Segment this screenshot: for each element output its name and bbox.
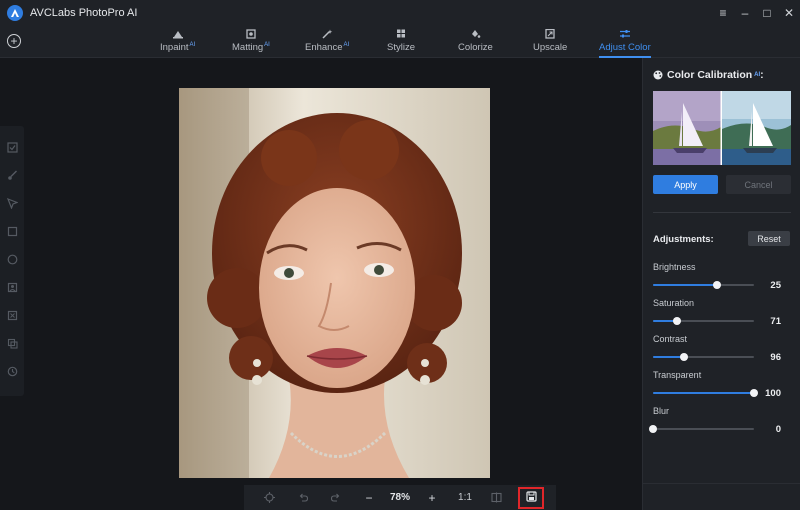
blur-slider[interactable] [649, 425, 754, 433]
feature-toolbar: + InpaintAI MattingAI EnhanceAI Stylize … [0, 26, 800, 58]
contrast-value: 96 [770, 352, 781, 363]
tab-matting[interactable]: MattingAI [232, 26, 270, 58]
panel-footer-divider [643, 483, 800, 484]
brightness-slider-thumb[interactable] [712, 281, 721, 289]
contrast-slider-thumb[interactable] [680, 353, 689, 361]
matting-icon [245, 29, 257, 39]
reset-button[interactable]: Reset [748, 231, 790, 246]
close-button[interactable]: ✕ [778, 0, 800, 26]
ellipse-icon[interactable] [6, 252, 18, 266]
app-logo-icon [7, 5, 23, 21]
transparent-slider[interactable] [653, 389, 758, 397]
zoom-level: 78% [389, 492, 410, 503]
saturation-slider-thumb[interactable] [673, 317, 682, 325]
tab-upscale[interactable]: Upscale [533, 26, 567, 58]
save-icon [525, 491, 537, 505]
brightness-value: 25 [770, 280, 781, 291]
undo-icon[interactable] [296, 485, 310, 510]
face-icon[interactable] [6, 280, 18, 294]
upscale-icon [544, 29, 556, 39]
panel-divider [653, 212, 791, 213]
saturation-slider[interactable] [653, 317, 754, 325]
tab-adjust-color-label: Adjust Color [599, 42, 651, 53]
adjustments-label: Adjustments: [653, 234, 714, 245]
blur-value: 0 [775, 424, 781, 435]
contrast-slider[interactable] [653, 353, 754, 361]
calibration-preview[interactable] [653, 91, 791, 165]
actual-size-button[interactable]: 1:1 [454, 485, 476, 510]
cancel-button[interactable]: Cancel [726, 175, 791, 194]
transparent-slider-thumb[interactable] [750, 389, 758, 397]
saturation-label: Saturation [653, 298, 695, 308]
brightness-label: Brightness [653, 262, 696, 272]
inpaint-icon [172, 29, 184, 39]
ai-badge: AI [189, 42, 196, 48]
title-bar: AVCLabs PhotoPro AI ≡ – □ ✕ [0, 0, 800, 26]
panel-title: Color Calibration AI: [653, 69, 764, 81]
zoom-in-button[interactable]: + [425, 485, 439, 510]
blur-label: Blur [653, 406, 670, 416]
redo-icon[interactable] [328, 485, 342, 510]
transparent-label: Transparent [653, 370, 702, 380]
tab-inpaint[interactable]: InpaintAI [160, 26, 195, 58]
tab-stylize[interactable]: Stylize [387, 26, 415, 58]
tab-colorize[interactable]: Colorize [458, 26, 493, 58]
select-icon[interactable] [6, 140, 18, 154]
tab-matting-label: Matting [232, 42, 264, 54]
brightness-slider[interactable] [653, 281, 754, 289]
image-select-icon[interactable] [6, 308, 18, 322]
tab-enhance[interactable]: EnhanceAI [305, 26, 349, 58]
colorize-icon [469, 29, 481, 39]
save-button[interactable] [518, 487, 544, 509]
maximize-button[interactable]: □ [756, 0, 778, 26]
layers-icon[interactable] [6, 336, 18, 350]
enhance-icon [321, 29, 333, 39]
tab-colorize-label: Colorize [458, 42, 493, 53]
adjust-color-panel: Color Calibration AI: Apply Cancel Adjust… [642, 58, 800, 510]
crosshair-icon[interactable] [262, 485, 276, 510]
compare-icon[interactable] [489, 485, 503, 510]
tab-adjust-color[interactable]: Adjust Color [599, 26, 651, 58]
app-title: AVCLabs PhotoPro AI [30, 7, 138, 19]
title-colon: : [760, 69, 764, 81]
tab-upscale-label: Upscale [533, 42, 568, 53]
palette-icon [653, 70, 663, 80]
add-file-button[interactable]: + [7, 34, 21, 48]
saturation-value: 71 [770, 316, 781, 327]
lasso-icon[interactable] [6, 196, 18, 210]
minimize-button[interactable]: – [734, 0, 756, 26]
zoom-out-button[interactable]: − [362, 485, 376, 510]
transparent-value: 100 [765, 388, 781, 399]
blur-slider-thumb[interactable] [649, 425, 657, 433]
menu-icon[interactable]: ≡ [712, 0, 734, 26]
portrait-photo [179, 88, 490, 478]
tab-stylize-label: Stylize [387, 42, 415, 53]
ai-badge: AI [264, 42, 270, 48]
canvas-control-bar: − 78% + 1:1 [244, 485, 556, 510]
rectangle-icon[interactable] [6, 224, 18, 238]
contrast-label: Contrast [653, 334, 688, 344]
history-icon[interactable] [6, 364, 18, 378]
tab-enhance-label: Enhance [305, 42, 343, 54]
ai-badge: AI [343, 42, 350, 48]
sliders-icon [619, 29, 631, 39]
apply-button[interactable]: Apply [653, 175, 718, 194]
left-tool-strip [0, 126, 24, 396]
color-calibration-label: Color Calibration [667, 69, 753, 81]
brush-icon[interactable] [6, 168, 18, 182]
tab-inpaint-label: Inpaint [160, 42, 189, 54]
stylize-icon [395, 29, 407, 39]
